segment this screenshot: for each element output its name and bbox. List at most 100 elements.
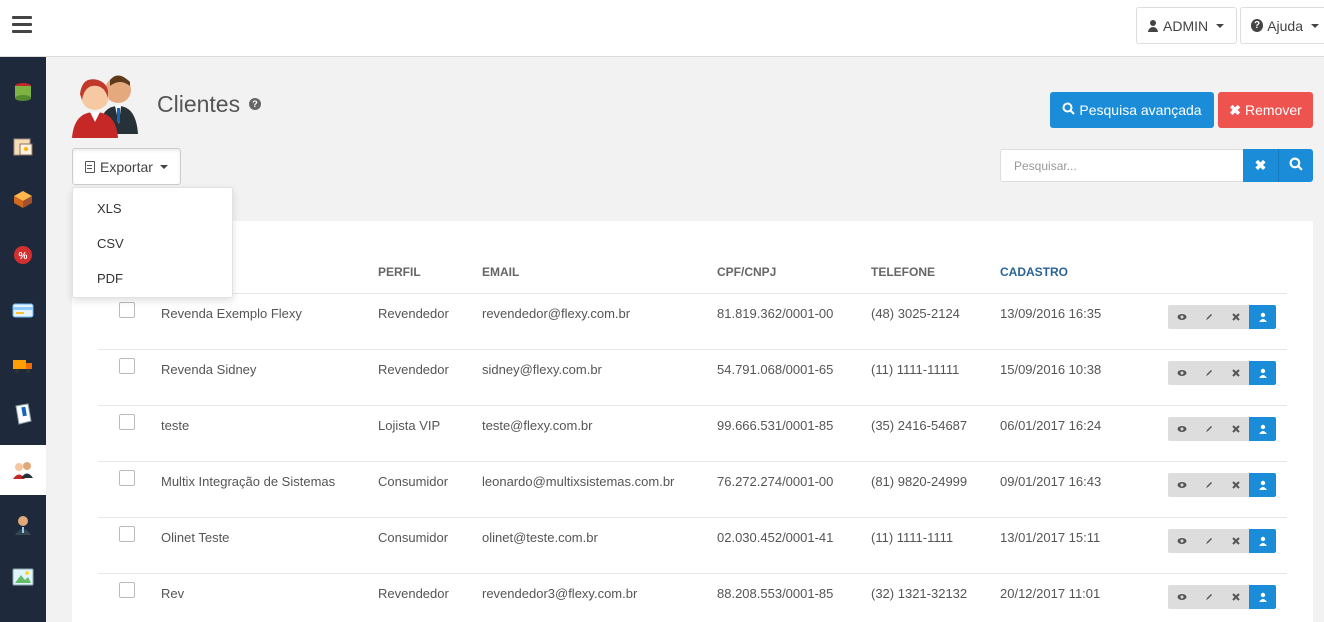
edit-button[interactable] xyxy=(1195,417,1222,441)
cell-cpf-cnpj: 76.272.274/0001-00 xyxy=(717,474,834,489)
sidebar-item-catalog[interactable] xyxy=(0,122,46,172)
export-dropdown-menu: XLS CSV PDF xyxy=(72,187,233,298)
cell-name: Multix Integração de Sistemas xyxy=(161,474,336,489)
view-button[interactable] xyxy=(1168,585,1195,609)
cell-cadastro: 13/01/2017 15:11 xyxy=(1000,530,1101,545)
export-button[interactable]: Exportar xyxy=(72,148,181,185)
close-icon xyxy=(1231,424,1241,434)
sidebar-item-database[interactable] xyxy=(0,67,46,117)
column-header-telefone[interactable]: TELEFONE xyxy=(871,265,935,279)
search-icon xyxy=(1062,102,1076,118)
sidebar-item-shipping[interactable] xyxy=(0,340,46,390)
pencil-icon xyxy=(1204,368,1214,378)
advanced-search-button[interactable]: Pesquisa avançada xyxy=(1050,92,1214,128)
user-icon xyxy=(1258,480,1268,490)
delete-button[interactable] xyxy=(1222,361,1249,385)
eye-icon xyxy=(1177,592,1187,602)
edit-button[interactable] xyxy=(1195,585,1222,609)
delete-button[interactable] xyxy=(1222,305,1249,329)
edit-button[interactable] xyxy=(1195,529,1222,553)
database-icon xyxy=(12,81,34,103)
edit-button[interactable] xyxy=(1195,305,1222,329)
row-checkbox[interactable] xyxy=(119,470,135,486)
eye-icon xyxy=(1177,424,1187,434)
view-button[interactable] xyxy=(1168,361,1195,385)
payment-card-icon xyxy=(12,299,34,321)
column-header-perfil[interactable]: PERFIL xyxy=(378,265,421,279)
menu-toggle-icon[interactable] xyxy=(12,16,32,34)
svg-text:%: % xyxy=(19,251,28,262)
file-icon xyxy=(85,160,95,173)
cell-cpf-cnpj: 88.208.553/0001-85 xyxy=(717,586,834,601)
row-checkbox[interactable] xyxy=(119,358,135,374)
row-checkbox[interactable] xyxy=(119,526,135,542)
export-label: Exportar xyxy=(100,158,153,175)
delete-button[interactable] xyxy=(1222,529,1249,553)
user-icon xyxy=(1258,424,1268,434)
remove-button[interactable]: ✖ Remover xyxy=(1218,92,1313,128)
cell-email: sidney@flexy.com.br xyxy=(482,362,602,377)
login-as-client-button[interactable] xyxy=(1249,473,1276,497)
pencil-icon xyxy=(1204,424,1214,434)
cell-email: olinet@teste.com.br xyxy=(482,530,598,545)
edit-button[interactable] xyxy=(1195,361,1222,385)
login-as-client-button[interactable] xyxy=(1249,417,1276,441)
edit-button[interactable] xyxy=(1195,473,1222,497)
column-header-cadastro[interactable]: CADASTRO xyxy=(1000,265,1068,279)
search-input[interactable] xyxy=(1000,149,1243,182)
user-icon xyxy=(1147,19,1159,32)
login-as-client-button[interactable] xyxy=(1249,305,1276,329)
delete-button[interactable] xyxy=(1222,417,1249,441)
sidebar-item-products[interactable] xyxy=(0,174,46,224)
login-as-client-button[interactable] xyxy=(1249,529,1276,553)
delete-button[interactable] xyxy=(1222,585,1249,609)
sidebar-item-gallery[interactable] xyxy=(0,552,46,602)
question-circle-icon[interactable]: ? xyxy=(249,98,261,110)
sidebar-item-promotions[interactable]: % xyxy=(0,230,46,280)
login-as-client-button[interactable] xyxy=(1249,361,1276,385)
catalog-icon xyxy=(12,136,34,158)
delete-button[interactable] xyxy=(1222,473,1249,497)
row-actions xyxy=(1168,305,1276,329)
view-button[interactable] xyxy=(1168,417,1195,441)
caret-down-icon xyxy=(1216,23,1225,28)
export-option-xls[interactable]: XLS xyxy=(97,201,122,216)
table-row: Olinet Teste Consumidor olinet@teste.com.b… xyxy=(98,517,1287,573)
login-as-client-button[interactable] xyxy=(1249,585,1276,609)
sidebar-item-sellers[interactable] xyxy=(0,500,46,550)
eye-icon xyxy=(1177,536,1187,546)
sidebar-item-clients[interactable] xyxy=(0,445,46,495)
row-actions xyxy=(1168,473,1276,497)
clear-search-button[interactable]: ✖ xyxy=(1243,149,1278,182)
column-header-email[interactable]: EMAIL xyxy=(482,265,519,279)
row-checkbox[interactable] xyxy=(119,302,135,318)
search-button[interactable] xyxy=(1278,149,1313,182)
export-option-pdf[interactable]: PDF xyxy=(97,271,123,286)
export-option-csv[interactable]: CSV xyxy=(97,236,124,251)
cell-cadastro: 06/01/2017 16:24 xyxy=(1000,418,1102,433)
cell-email: revendedor@flexy.com.br xyxy=(482,306,631,321)
view-button[interactable] xyxy=(1168,529,1195,553)
remove-label: Remover xyxy=(1244,102,1302,118)
cell-name: Revenda Sidney xyxy=(161,362,257,377)
eye-icon xyxy=(1177,368,1187,378)
cell-cadastro: 13/09/2016 16:35 xyxy=(1000,306,1102,321)
caret-down-icon xyxy=(1311,23,1319,28)
column-header-cpf-cnpj[interactable]: CPF/CNPJ xyxy=(717,265,776,279)
admin-menu-button[interactable]: ADMIN xyxy=(1136,7,1237,44)
sidebar-item-payments[interactable] xyxy=(0,285,46,335)
view-button[interactable] xyxy=(1168,305,1195,329)
close-icon xyxy=(1231,536,1241,546)
close-icon xyxy=(1231,480,1241,490)
sidebar-item-orders[interactable] xyxy=(0,389,46,439)
close-icon xyxy=(1231,312,1241,322)
cell-cadastro: 20/12/2017 11:01 xyxy=(1000,586,1101,601)
row-checkbox[interactable] xyxy=(119,582,135,598)
help-label: Ajuda xyxy=(1267,17,1303,34)
cell-cadastro: 15/09/2016 10:38 xyxy=(1000,362,1102,377)
row-checkbox[interactable] xyxy=(119,414,135,430)
cell-telefone: (11) 1111-1111 xyxy=(871,530,954,545)
view-button[interactable] xyxy=(1168,473,1195,497)
cell-name: teste xyxy=(161,418,190,433)
help-menu-button[interactable]: ? Ajuda xyxy=(1240,7,1324,44)
